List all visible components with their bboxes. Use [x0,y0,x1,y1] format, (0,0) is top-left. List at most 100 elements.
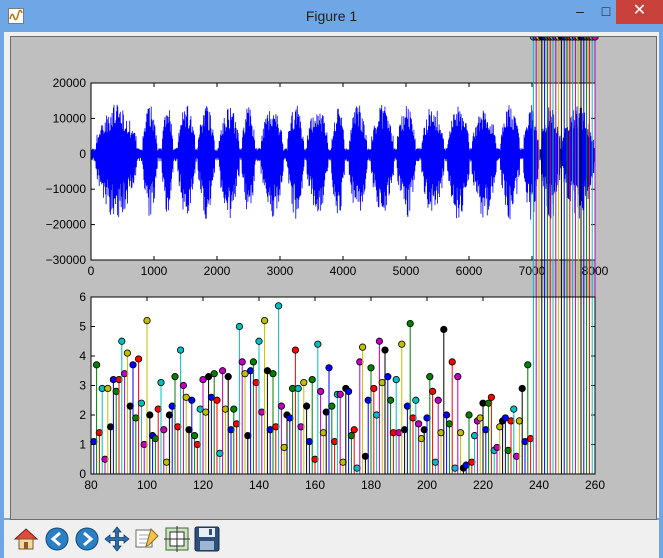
stem-marker [350,426,358,434]
stem-marker [101,455,109,463]
y-tick-label: 5 [79,320,86,334]
stem-marker [308,375,316,384]
zoom-rect-icon [135,528,159,548]
stem-marker [123,349,132,357]
stem-marker [448,358,456,366]
stem-marker [311,455,319,463]
stem-marker [515,417,523,425]
x-tick-label: 0 [88,264,95,278]
stem-marker [370,384,378,393]
stem-marker [330,437,339,446]
stem-marker [442,411,451,419]
title-bar: Figure 1 – □ ✕ [0,0,663,32]
stem-marker [140,440,148,449]
stem-marker [168,402,176,410]
stem-marker [118,337,126,345]
stem-marker [440,325,448,334]
y-tick-label: 4 [79,349,86,363]
minimize-button[interactable]: – [566,0,594,24]
stem-marker [375,337,383,345]
stem-marker [143,316,151,325]
stem-marker [431,458,439,466]
stem-marker [137,399,145,407]
x-tick-label: 3000 [267,264,294,278]
x-tick-label: 120 [193,478,213,492]
stem-marker [496,423,504,431]
stem-marker [409,414,417,422]
stem-marker [272,423,280,431]
stem-marker [160,426,168,434]
stem-marker [456,429,465,437]
stem-marker [406,319,414,328]
pan-button[interactable] [103,525,131,553]
stem-marker [213,396,221,404]
stem-marker [219,367,227,375]
stem-marker [238,358,246,366]
forward-button[interactable] [73,525,101,553]
stem-marker [300,378,308,387]
stem-marker [154,405,162,413]
stem-marker [115,375,123,384]
stem-marker [386,396,395,404]
stem-marker [129,361,137,369]
x-tick-label: 220 [473,478,493,492]
close-button[interactable]: ✕ [616,0,663,24]
y-tick-label: 3 [79,379,86,393]
stem-marker [302,402,311,410]
stem-marker [524,361,532,369]
stem-marker [328,402,336,410]
y-tick-label: 0 [79,467,86,481]
stem-marker [356,358,364,366]
stem-marker [135,355,143,363]
stem-marker [428,387,437,395]
stem-marker [314,340,322,348]
back-button[interactable] [43,525,71,553]
stem-marker [347,432,355,440]
home-button[interactable] [12,525,40,553]
stem-marker [504,446,512,454]
stem-marker [165,411,173,419]
stem-marker [322,408,330,416]
x-tick-label: 240 [529,478,549,492]
stem-marker [247,367,255,375]
stem-marker [336,390,344,398]
subplots-button[interactable] [163,525,191,553]
stem-marker [210,370,218,378]
stem-marker [392,375,400,384]
stem-marker [216,449,224,457]
zoom-button[interactable] [133,525,161,553]
stem-marker [188,396,196,404]
window-title: Figure 1 [305,8,358,24]
stem-marker [507,417,515,425]
stem-marker [316,387,325,395]
stem-marker [244,432,252,440]
x-tick-label: 1000 [141,264,168,278]
stem-marker [230,405,238,413]
stem-marker [258,408,266,416]
stem-marker [202,408,210,416]
stem-marker [367,364,375,372]
stem-marker [526,434,535,443]
stem-marker [445,420,453,428]
subplots-icon [164,526,190,552]
stem-marker [325,364,333,372]
y-tick-label: −20000 [46,218,87,232]
y-tick-label: 10000 [53,111,87,125]
stem-marker [93,361,101,369]
stem-marker [423,414,431,422]
stem-marker [344,387,353,395]
stem-marker [400,426,409,434]
stem-marker [163,458,171,466]
save-button[interactable] [193,525,221,553]
stem-marker [297,423,305,431]
stem-marker [319,429,327,437]
x-tick-label: 160 [305,478,325,492]
stem-marker [470,432,479,440]
y-tick-label: −10000 [46,182,87,196]
y-tick-label: 0 [79,147,86,161]
y-tick-label: 20000 [53,76,87,90]
stem-marker [121,370,129,378]
stem-marker [249,358,257,366]
x-tick-label: 5000 [393,264,420,278]
x-tick-label: 80 [84,478,98,492]
